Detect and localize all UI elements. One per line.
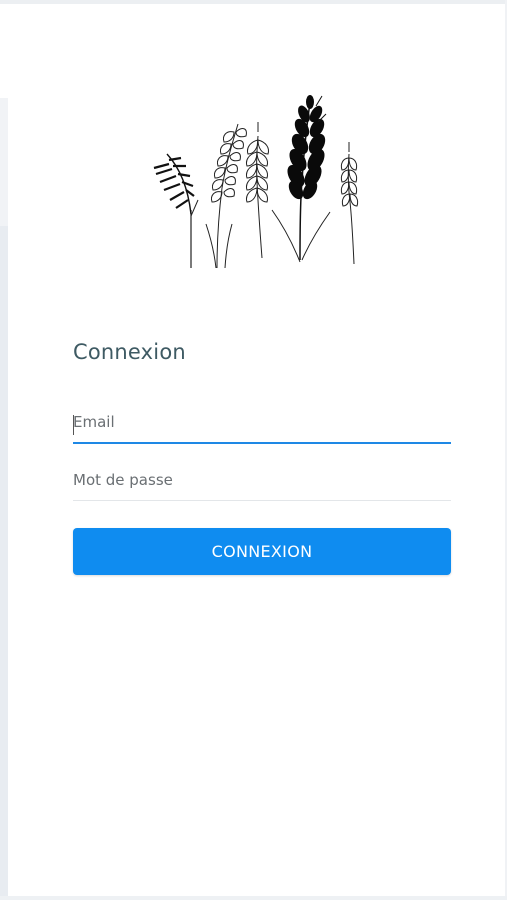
wheat-stalks-icon [150, 92, 366, 272]
password-field [73, 464, 451, 501]
page-background-bottom [0, 896, 507, 900]
email-input[interactable] [73, 406, 451, 442]
text-caret [73, 415, 74, 435]
login-button[interactable]: CONNEXION [73, 528, 451, 575]
password-input[interactable] [73, 464, 451, 500]
page-background-band [0, 98, 8, 226]
page-title: Connexion [73, 340, 186, 364]
email-underline [73, 442, 451, 444]
password-underline [73, 500, 451, 501]
email-field [73, 406, 451, 444]
